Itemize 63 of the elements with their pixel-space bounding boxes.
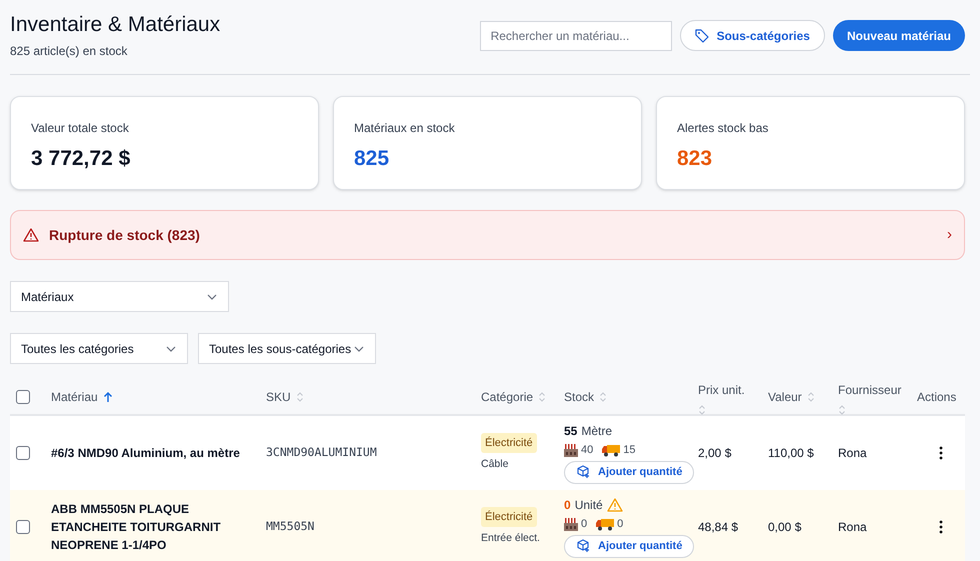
column-header[interactable]: Fournisseur: [838, 378, 917, 416]
type-dropdown[interactable]: Matériaux: [10, 281, 229, 312]
column-header[interactable]: Valeur: [768, 388, 838, 406]
stat-label: Alertes stock bas: [677, 120, 770, 137]
sku-text: 3CNMD90ALUMINIUM: [266, 444, 378, 462]
more-vertical-icon: [939, 446, 943, 460]
truck-icon: [596, 518, 614, 531]
chevron-right: ›: [947, 224, 952, 245]
stat-label: Matériaux en stock: [354, 120, 456, 137]
truck-count: 15: [623, 443, 636, 458]
filter-dropdown[interactable]: Toutes les sous-catégories: [198, 333, 376, 364]
alert-banner[interactable]: Rupture de stock (823) ›: [10, 210, 965, 260]
stock-unit: Unité: [574, 497, 603, 514]
column-header[interactable]: Stock: [564, 388, 698, 406]
warehouse-count: 0: [581, 517, 588, 532]
box-plus-icon: [576, 465, 590, 480]
subcategory-text: Câble: [481, 457, 508, 472]
column-header[interactable]: Catégorie: [481, 388, 564, 406]
column-header[interactable]: Actions: [917, 388, 965, 406]
box-plus-icon: [576, 539, 590, 554]
column-header[interactable]: Matériau: [51, 388, 266, 406]
checkbox[interactable]: [16, 390, 30, 404]
checkbox[interactable]: [16, 520, 30, 534]
category-badge: Électricité: [481, 432, 537, 454]
alert-text: Rupture de stock (823): [49, 226, 201, 245]
stock-value: 0,00 $: [768, 519, 802, 536]
unit-price: 2,00 $: [698, 445, 732, 462]
unit-price: 48,84 $: [698, 519, 740, 536]
stock-quantity: 55: [564, 423, 578, 440]
warning-icon: [23, 228, 39, 242]
warehouse-count: 40: [581, 443, 594, 458]
subcategory-text: Entrée élect.: [481, 531, 540, 546]
filter-dropdown[interactable]: Toutes les catégories: [10, 333, 188, 364]
stock-unit: Mètre: [581, 423, 612, 440]
checkbox[interactable]: [16, 446, 30, 460]
column-header[interactable]: SKU: [266, 388, 481, 406]
stat-value: 3 772,72 $: [31, 146, 132, 172]
stock-quantity: 0: [564, 497, 571, 514]
add-quantity-button[interactable]: Ajouter quantité: [564, 460, 694, 484]
supplier-name: Rona: [838, 445, 868, 462]
subcategories-button[interactable]: Sous-catégories: [680, 20, 825, 51]
material-name: ABB MM5505N PLAQUE ETANCHEITE TOITURGARNIT NEOPRENE 1-1/4PO: [51, 501, 222, 554]
truck-icon: [602, 444, 620, 457]
new-material-button[interactable]: Nouveau matériau: [832, 20, 965, 51]
page-title: Inventaire & Matériaux: [10, 12, 220, 38]
factory-icon: [564, 444, 578, 457]
category-badge: Électricité: [481, 506, 537, 528]
tag-icon: [694, 28, 709, 42]
truck-count: 0: [617, 517, 624, 532]
sku-text: MM5505N: [266, 518, 316, 536]
warning-icon: [606, 498, 623, 512]
material-name: #6/3 NMD90 Aluminium, au mètre: [51, 445, 241, 462]
page-subtitle: 825 article(s) en stock: [10, 43, 128, 60]
factory-icon: [564, 518, 578, 531]
search-field[interactable]: Rechercher un matériau...: [480, 20, 672, 50]
stat-value: 825: [354, 146, 390, 172]
stock-value: 110,00 $: [768, 445, 815, 462]
stat-value: 823: [677, 146, 714, 172]
more-vertical-icon: [939, 520, 943, 534]
stat-label: Valeur totale stock: [31, 120, 130, 137]
supplier-name: Rona: [838, 519, 868, 536]
add-quantity-button[interactable]: Ajouter quantité: [564, 534, 694, 558]
column-header[interactable]: Prix unit.: [698, 378, 768, 416]
